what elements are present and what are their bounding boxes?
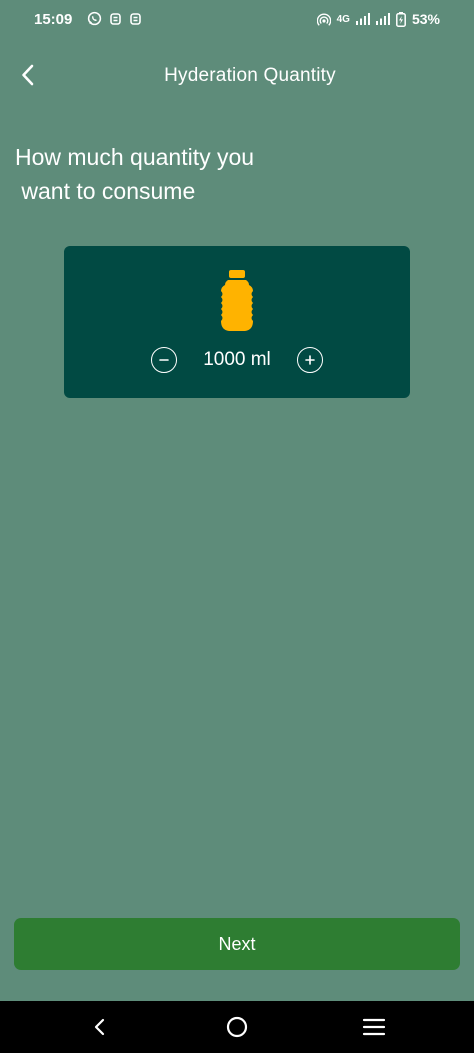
- battery-charging-icon: [396, 11, 406, 27]
- quantity-value: 1000 ml: [203, 349, 271, 370]
- nav-back-button[interactable]: [86, 1013, 114, 1041]
- network-type: 4G: [336, 13, 350, 25]
- increment-button[interactable]: [297, 347, 323, 373]
- quantity-stepper: 1000 ml: [64, 345, 410, 375]
- notification-icons: [87, 11, 142, 26]
- status-bar: 15:09 4G 53%: [0, 0, 474, 40]
- home-circle-icon: [226, 1016, 248, 1038]
- water-bottle-icon: [221, 270, 253, 331]
- system-nav-bar: [0, 1001, 474, 1053]
- quantity-card: 1000 ml: [64, 246, 410, 398]
- nav-menu-button[interactable]: [360, 1013, 388, 1041]
- next-button[interactable]: Next: [14, 918, 460, 970]
- signal-icon: [355, 13, 370, 25]
- nav-home-button[interactable]: [223, 1013, 251, 1041]
- menu-icon: [362, 1018, 386, 1036]
- minus-icon: [159, 359, 169, 361]
- decrement-button[interactable]: [151, 347, 177, 373]
- app-notification-icon: [110, 12, 121, 25]
- whatsapp-icon: [87, 11, 102, 26]
- page-title: Hyderation Quantity: [164, 65, 336, 86]
- status-right: 4G 53%: [316, 11, 440, 27]
- question-heading: How much quantity you want to consume: [15, 144, 255, 204]
- app-bar: Hyderation Quantity: [0, 52, 474, 100]
- app-notification-icon-2: [130, 12, 141, 25]
- hotspot-icon: [316, 13, 331, 26]
- signal-icon-2: [375, 13, 390, 25]
- status-time: 15:09: [34, 11, 73, 28]
- nav-back-icon: [94, 1018, 105, 1036]
- plus-icon: [305, 355, 315, 365]
- battery-percent: 53%: [411, 11, 440, 27]
